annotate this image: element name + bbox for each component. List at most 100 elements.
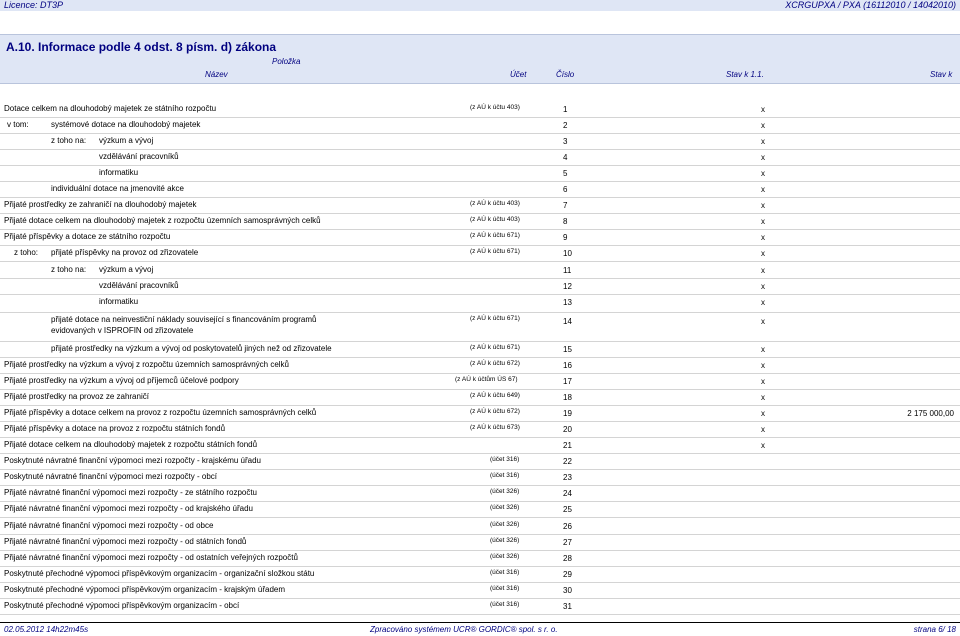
row-label: Poskytnuté návratné finanční výpomoci me… — [4, 472, 217, 481]
row-account-ref: (z AÚ k účtu 671) — [470, 344, 520, 351]
row-label: Poskytnuté přechodné výpomoci příspěvkov… — [4, 585, 285, 594]
row-number: 23 — [563, 473, 572, 482]
row-number: 7 — [563, 201, 568, 210]
row-value-start: x — [761, 201, 765, 210]
table-row: Poskytnuté návratné finanční výpomoci me… — [0, 453, 960, 470]
row-value-start: x — [761, 282, 765, 291]
row-prefix: z toho na: — [51, 136, 87, 145]
col-stav-k1: Stav k 1.1. — [726, 70, 764, 79]
row-number: 18 — [563, 393, 572, 402]
top-bar: Licence: DT3P XCRGUPXA / PXA (16112010 /… — [0, 0, 960, 11]
row-prefix: z toho na: — [51, 265, 87, 274]
table-row: vzdělávání pracovníků 12 x — [0, 278, 960, 295]
col-nazev: Název — [205, 70, 228, 79]
row-account-ref: (účet 326) — [490, 553, 520, 560]
row-number: 2 — [563, 121, 568, 130]
col-ucet: Účet — [510, 70, 527, 79]
row-account-ref: (účet 326) — [490, 504, 520, 511]
row-value-start: x — [761, 153, 765, 162]
row-number: 16 — [563, 361, 572, 370]
row-number: 12 — [563, 282, 572, 291]
table-row: přijaté prostředky na výzkum a vývoj od … — [0, 341, 960, 358]
row-number: 21 — [563, 441, 572, 450]
row-label: informatiku — [99, 297, 139, 306]
col-stav-k: Stav k — [930, 70, 953, 79]
row-label: přijaté prostředky na výzkum a vývoj od … — [51, 344, 332, 353]
row-number: 14 — [563, 317, 572, 326]
table-row: v tom: systémové dotace na dlouhodobý maj… — [0, 117, 960, 134]
row-label: Poskytnuté přechodné výpomoci příspěvkov… — [4, 601, 240, 610]
table-row: vzdělávání pracovníků 4 x — [0, 149, 960, 166]
row-account-ref: (účet 316) — [490, 601, 520, 608]
table-row: Přijaté příspěvky a dotace ze státního r… — [0, 229, 960, 246]
section-title: A.10. Informace podle 4 odst. 8 písm. d)… — [6, 40, 277, 54]
row-account-ref: (účet 326) — [490, 521, 520, 528]
row-number: 1 — [563, 105, 568, 114]
row-number: 6 — [563, 185, 568, 194]
row-value-start: x — [761, 345, 765, 354]
row-label: Přijaté prostředky na výzkum a vývoj z r… — [4, 360, 290, 369]
row-value-start: x — [761, 409, 765, 418]
row-number: 10 — [563, 249, 572, 258]
row-label: systémové dotace na dlouhodobý majetek — [51, 120, 201, 129]
row-value-start: x — [761, 393, 765, 402]
row-number: 29 — [563, 570, 572, 579]
row-account-ref: (z AÚ k účtu 671) — [470, 315, 520, 322]
table-row: Přijaté prostředky na provoz ze zahranič… — [0, 389, 960, 406]
row-label: Přijaté dotace celkem na dlouhodobý maje… — [4, 216, 321, 225]
row-number: 27 — [563, 538, 572, 547]
row-number: 8 — [563, 217, 568, 226]
row-number: 15 — [563, 345, 572, 354]
row-account-ref: (účet 316) — [490, 569, 520, 576]
row-number: 9 — [563, 233, 568, 242]
table-row: Dotace celkem na dlouhodobý majetek ze s… — [0, 101, 960, 118]
table-row: z toho na: výzkum a vývoj 3 x — [0, 133, 960, 150]
row-account-ref: (z AÚ k účtům ÚS 67) — [455, 376, 518, 383]
row-number: 31 — [563, 602, 572, 611]
col-polozka: Položka — [272, 57, 301, 66]
row-account-ref: (účet 326) — [490, 537, 520, 544]
row-label: Dotace celkem na dlouhodobý majetek ze s… — [4, 104, 217, 113]
row-number: 11 — [563, 266, 572, 275]
row-label: Poskytnuté návratné finanční výpomoci me… — [4, 456, 262, 465]
row-label: Přijaté dotace celkem na dlouhodobý maje… — [4, 440, 258, 449]
table-row: Přijaté dotace celkem na dlouhodobý maje… — [0, 213, 960, 230]
row-label: Přijaté prostředky na výzkum a vývoj od … — [4, 376, 239, 385]
row-label: výzkum a vývoj — [99, 136, 154, 145]
row-account-ref: (účet 316) — [490, 472, 520, 479]
table-row: Přijaté návratné finanční výpomoci mezi … — [0, 518, 960, 535]
row-number: 17 — [563, 377, 572, 386]
row-prefix: v tom: — [7, 120, 29, 129]
row-account-ref: (z AÚ k účtu 671) — [470, 232, 520, 239]
row-value-start: x — [761, 377, 765, 386]
table-row: Přijaté prostředky na výzkum a vývoj z r… — [0, 357, 960, 374]
row-account-ref: (účet 316) — [490, 585, 520, 592]
table-row: Přijaté návratné finanční výpomoci mezi … — [0, 534, 960, 551]
row-number: 28 — [563, 554, 572, 563]
row-value-start: x — [761, 266, 765, 275]
row-number: 26 — [563, 522, 572, 531]
row-label: přijaté příspěvky na provoz od zřizovate… — [51, 248, 199, 257]
row-number: 13 — [563, 298, 572, 307]
row-value-start: x — [761, 298, 765, 307]
table-row: Přijaté návratné finanční výpomoci mezi … — [0, 550, 960, 567]
table-row: Poskytnuté přechodné výpomoci příspěvkov… — [0, 582, 960, 599]
row-label: Přijaté návratné finanční výpomoci mezi … — [4, 537, 247, 546]
row-number: 19 — [563, 409, 572, 418]
section-header: A.10. Informace podle 4 odst. 8 písm. d)… — [0, 34, 960, 84]
row-number: 4 — [563, 153, 568, 162]
footer-processed: Zpracováno systémem UCR® GORDIC® spol. s… — [370, 625, 558, 634]
table-row: Přijaté příspěvky a dotace na provoz z r… — [0, 421, 960, 438]
table-row: informatiku 13 x — [0, 294, 960, 313]
row-label: Přijaté prostředky na provoz ze zahranič… — [4, 392, 149, 401]
row-label: informatiku — [99, 168, 139, 177]
row-label: Přijaté návratné finanční výpomoci mezi … — [4, 521, 214, 530]
table-row: Přijaté dotace celkem na dlouhodobý maje… — [0, 437, 960, 454]
col-cislo: Číslo — [556, 70, 575, 79]
footer-datetime: 02.05.2012 14h22m45s — [4, 625, 89, 634]
footer-page: strana 6/ 18 — [913, 625, 956, 634]
row-value-start: x — [761, 249, 765, 258]
row-label: vzdělávání pracovníků — [99, 152, 179, 161]
row-account-ref: (z AÚ k účtu 672) — [470, 360, 520, 367]
table-row: Poskytnuté přechodné výpomoci příspěvkov… — [0, 566, 960, 583]
